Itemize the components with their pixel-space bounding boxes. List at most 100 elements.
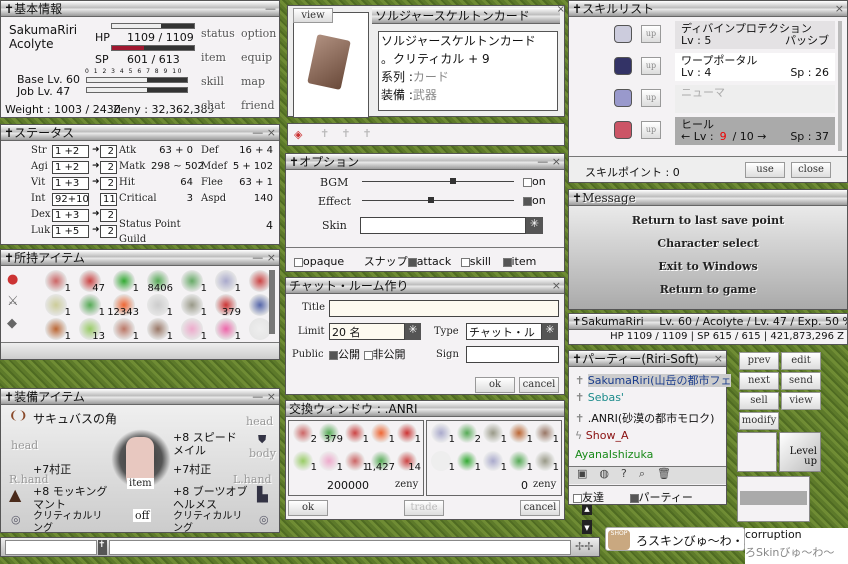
menu-friend-button[interactable]: friend (241, 99, 274, 112)
raise-stat-button[interactable]: ➜ (92, 209, 100, 219)
mini-status-titlebar[interactable]: ✝SakumaRiri Lv. 60 / Acolyte / Lv. 47 / … (569, 314, 847, 330)
skin-select[interactable] (360, 217, 526, 234)
level-up-button[interactable]: Level up (779, 432, 821, 472)
menu-item-button[interactable]: item (201, 51, 226, 64)
trade-titlebar[interactable]: 交換ウィンドウ : .ANRI (286, 401, 564, 417)
chat-input[interactable] (109, 540, 571, 555)
whisper-target-input[interactable] (5, 540, 97, 555)
use-button[interactable]: use (745, 162, 785, 178)
effect-slider-handle[interactable] (427, 197, 434, 203)
skin-dropdown-button[interactable]: ✳ (526, 217, 543, 234)
snap-skill-checkbox[interactable] (460, 257, 470, 267)
bgm-slider[interactable] (362, 178, 514, 184)
menu-status-button[interactable]: status (201, 27, 235, 40)
trade-item[interactable]: 1 (345, 423, 369, 445)
menu-skill-button[interactable]: skill (201, 75, 224, 88)
inventory-item[interactable]: 1 (181, 294, 207, 318)
opaque-checkbox[interactable] (294, 257, 303, 267)
scroll-up-button[interactable]: ▲ (582, 505, 592, 515)
party-tab-checkbox[interactable] (629, 493, 639, 503)
whisper-icon[interactable]: ◍ (599, 467, 621, 480)
trade-item[interactable]: 1 (293, 451, 317, 473)
inventory-item[interactable]: 1 (79, 294, 105, 318)
tab-consumables-icon[interactable]: ● (7, 272, 18, 287)
basic-info-titlebar[interactable]: ✝基本情報 — (1, 1, 279, 17)
inventory-item[interactable]: 1 (249, 294, 275, 318)
close-icon[interactable]: — × (252, 389, 276, 404)
modify-button[interactable]: modify (739, 412, 779, 430)
skill-up-button[interactable]: up (641, 121, 661, 139)
raise-stat-button[interactable]: ➜ (92, 225, 100, 235)
close-icon[interactable]: × (714, 351, 723, 366)
skill-up-button[interactable]: up (641, 57, 661, 75)
cancel-button[interactable]: cancel (519, 377, 559, 393)
inventory-item[interactable]: 1 (249, 270, 275, 294)
trade-item[interactable]: 1 (535, 423, 559, 445)
equip-accessory-left[interactable]: クリティカルリング (33, 511, 111, 535)
message-titlebar[interactable]: ✝Message (569, 190, 847, 206)
skill-scrollbar[interactable] (838, 21, 842, 151)
equip-left-hand[interactable]: +7村正 (173, 461, 211, 477)
trade-item[interactable]: 1 (483, 423, 507, 445)
equip-right-hand[interactable]: +7村正 (33, 461, 71, 477)
equip-head-top[interactable]: サキュバスの角 (33, 410, 117, 427)
bgm-slider-handle[interactable] (449, 178, 456, 184)
friends-tab-checkbox[interactable] (573, 493, 582, 503)
raise-stat-button[interactable]: ➜ (92, 177, 100, 187)
inventory-item[interactable]: 13 (79, 318, 105, 342)
inventory-item[interactable] (249, 318, 271, 340)
trade-item[interactable]: 1 (431, 423, 455, 445)
equip-shoes[interactable]: +8 ブーツオブヘルメス (173, 485, 251, 511)
trade-item[interactable]: 1 (345, 451, 369, 473)
trade-item[interactable]: 2 (293, 423, 317, 445)
skill-list-titlebar[interactable]: ✝スキルリスト × (569, 1, 847, 17)
chatroom-title-input[interactable] (329, 300, 559, 317)
snap-attack-checkbox[interactable] (407, 257, 417, 267)
private-radio[interactable] (363, 350, 373, 360)
limit-dropdown-button[interactable]: ✳ (405, 323, 421, 340)
party-member[interactable]: ✝ SakumaRiri(山岳の都市フェ (575, 372, 732, 388)
public-radio[interactable] (329, 350, 338, 360)
effect-on-checkbox[interactable] (523, 196, 532, 206)
prev-button[interactable]: prev (739, 352, 779, 370)
friends-tab[interactable]: 友達 (582, 491, 604, 504)
close-icon[interactable]: × (552, 278, 561, 293)
inventory-item[interactable]: 1 (147, 318, 173, 342)
close-icon[interactable]: — × (537, 154, 561, 169)
equip-garment[interactable]: +8 モッキングマント (33, 485, 111, 511)
inventory-item[interactable]: 1 (215, 318, 241, 342)
close-icon[interactable]: — × (252, 250, 276, 265)
inventory-titlebar[interactable]: ✝所持アイテム — × (1, 250, 279, 266)
limit-select[interactable]: 20 名 (329, 323, 405, 340)
ok-button[interactable]: ok (475, 377, 515, 393)
tab-equipment-icon[interactable]: ⚔ (7, 294, 19, 309)
trade-item[interactable]: 1 (457, 451, 481, 473)
message-option[interactable]: Exit to Windows (569, 260, 847, 273)
view-button[interactable]: view (293, 8, 333, 23)
effect-slider[interactable] (362, 197, 514, 203)
inventory-item[interactable]: 1 (45, 270, 71, 294)
chat-options-icon[interactable]: ✢✢ (575, 540, 593, 553)
status-titlebar[interactable]: ✝ステータス — × (1, 125, 279, 141)
inventory-item[interactable]: 1 (45, 318, 71, 342)
inventory-item[interactable]: 1 (113, 318, 139, 342)
inventory-item[interactable]: 8406 (147, 270, 173, 294)
tab-etc-icon[interactable]: ◆ (7, 316, 17, 331)
menu-equip-button[interactable]: equip (241, 51, 272, 64)
close-icon[interactable]: × (835, 1, 844, 16)
item-button[interactable]: item (127, 478, 154, 489)
raise-stat-button[interactable]: ➜ (92, 145, 100, 155)
snap-item-checkbox[interactable] (502, 257, 512, 267)
inventory-scrollbar[interactable] (269, 270, 275, 334)
sign-input[interactable] (466, 346, 559, 363)
send-button[interactable]: send (781, 372, 821, 390)
trade-item[interactable]: 1 (509, 423, 533, 445)
shop-sign[interactable]: SHOP ろスキンびゅ〜わ・.. (605, 527, 751, 551)
equip-body[interactable]: +8 スピードメイル (173, 431, 245, 457)
skill-up-button[interactable]: up (641, 89, 661, 107)
inventory-item[interactable]: 1 (45, 294, 71, 318)
trade-item[interactable]: 1,427 (366, 451, 395, 473)
bgm-on-checkbox[interactable] (523, 177, 532, 187)
inventory-item[interactable]: 1 (181, 270, 207, 294)
skill-row[interactable]: ヒール ← Lv :9/ 10 → Sp : 37 (675, 117, 835, 145)
